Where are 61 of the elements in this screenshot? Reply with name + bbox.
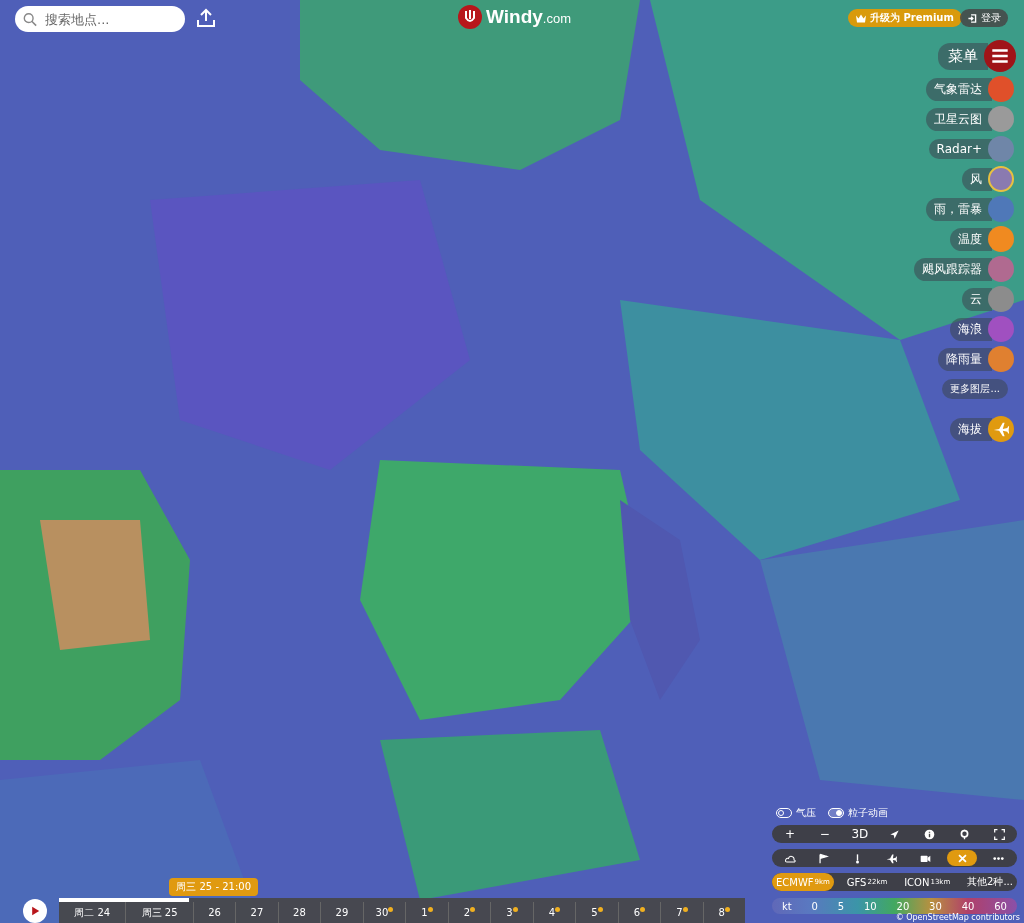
search-field[interactable]: 搜索地点... xyxy=(15,6,185,32)
search-input[interactable]: 搜索地点... xyxy=(43,10,177,28)
login-icon xyxy=(967,13,977,23)
day-label[interactable]: 27 xyxy=(250,907,264,918)
map-control-button[interactable]: − xyxy=(812,826,837,842)
logo-text: Windy.com xyxy=(486,6,571,28)
legend-value: 60 xyxy=(994,900,1007,912)
day-label[interactable]: 8 xyxy=(718,907,725,918)
fullscreen-icon xyxy=(993,828,1005,840)
altitude-label[interactable]: 海拔 xyxy=(950,417,992,441)
day-label[interactable]: 3 xyxy=(506,907,513,918)
legend-value: 30 xyxy=(929,900,942,912)
menu-label[interactable]: 菜单 xyxy=(938,42,988,70)
day-label[interactable]: 1 xyxy=(421,907,428,918)
day-label[interactable]: 5 xyxy=(591,907,598,918)
legend-value: 10 xyxy=(863,900,877,912)
plane-icon xyxy=(886,852,897,864)
legend-value: 40 xyxy=(961,900,975,912)
layer-label[interactable]: 降雨量 xyxy=(938,347,992,371)
login-button[interactable]: 登录 xyxy=(960,9,1008,27)
map-control-button[interactable]: + xyxy=(778,826,802,842)
layer-label[interactable]: Radar+ xyxy=(928,139,992,159)
model-tab[interactable]: 其他2种... xyxy=(963,873,1017,891)
day-label[interactable]: 26 xyxy=(208,907,221,918)
info-icon xyxy=(924,828,936,840)
layer-label[interactable]: 雨，雷暴 xyxy=(926,197,992,221)
layer-label[interactable]: 海浪 xyxy=(950,317,992,341)
day-label[interactable]: 28 xyxy=(293,907,306,918)
day-label[interactable]: 29 xyxy=(335,907,349,918)
map-control-button[interactable]: 3D xyxy=(847,826,873,842)
share-icon[interactable] xyxy=(196,8,216,28)
toggle-switch[interactable] xyxy=(828,808,844,818)
logo-icon xyxy=(458,5,482,29)
legend-unit: kt xyxy=(782,900,792,912)
day-label[interactable]: 周三 25 xyxy=(141,905,178,920)
close-icon xyxy=(956,852,968,864)
legend-value: 5 xyxy=(837,900,845,912)
layer-label[interactable]: 温度 xyxy=(950,227,992,251)
layer-label[interactable]: 气象雷达 xyxy=(926,77,992,101)
day-label[interactable]: 30 xyxy=(375,907,389,918)
layer-label[interactable]: 飓风跟踪器 xyxy=(914,257,992,281)
day-label[interactable]: 4 xyxy=(548,907,556,918)
layer-label[interactable]: 卫星云图 xyxy=(926,107,992,131)
attribution-text: © OpenStreetMap contributors xyxy=(895,913,1020,922)
search-icon xyxy=(23,11,37,27)
crown-icon xyxy=(856,13,866,23)
legend-value: 20 xyxy=(896,900,910,912)
day-label[interactable]: 7 xyxy=(676,907,683,918)
flag-icon xyxy=(818,852,830,864)
pin-icon xyxy=(958,828,970,840)
day-label[interactable]: 2 xyxy=(463,907,471,918)
layer-label[interactable]: 云 xyxy=(962,287,992,311)
toggle-label[interactable]: 粒子动画 xyxy=(848,806,888,820)
legend-value: 0 xyxy=(811,900,818,912)
locate-icon xyxy=(889,828,901,840)
layer-label[interactable]: 风 xyxy=(962,167,992,191)
more-layers-button[interactable]: 更多图层... xyxy=(942,379,1008,399)
close-button[interactable] xyxy=(947,850,978,866)
toggle-label[interactable]: 气压 xyxy=(796,806,816,820)
day-label[interactable]: 6 xyxy=(633,907,640,918)
day-label[interactable]: 周二 24 xyxy=(74,905,111,920)
